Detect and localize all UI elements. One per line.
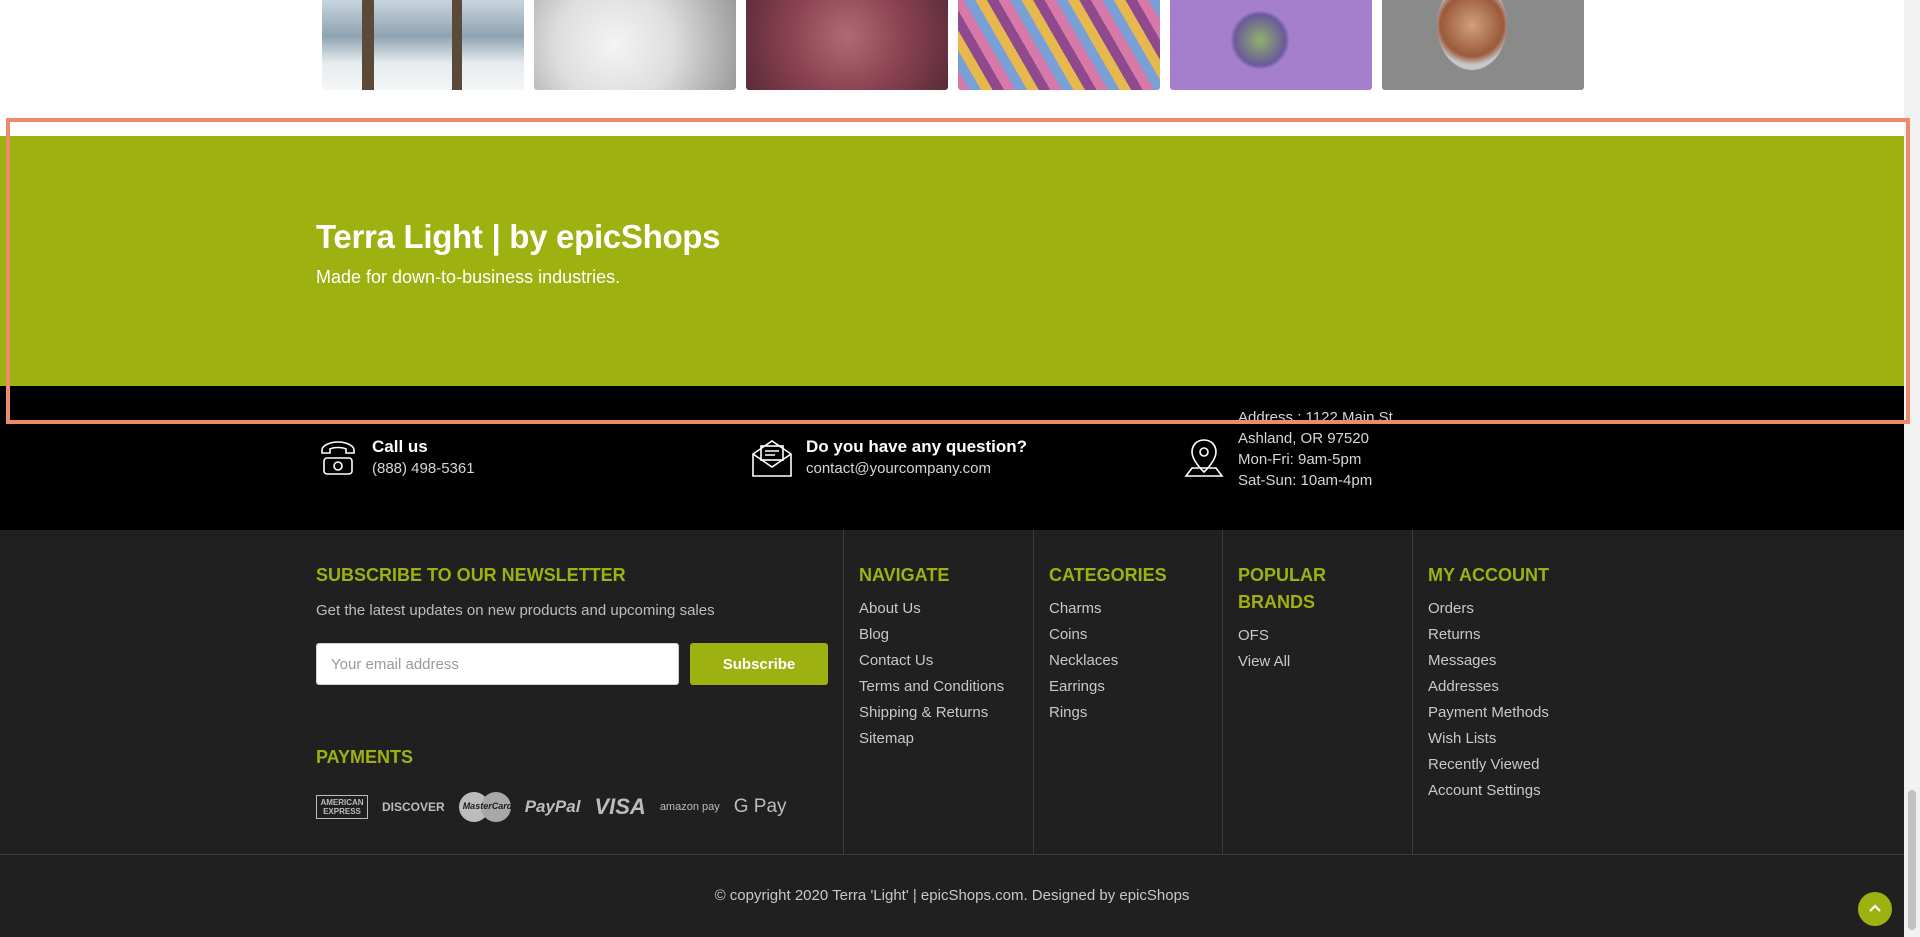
account-link-returns[interactable]: Returns (1428, 622, 1549, 648)
contact-call[interactable]: Call us (888) 498-5361 (316, 436, 475, 480)
call-phone[interactable]: (888) 498-5361 (372, 458, 475, 479)
column-divider (1222, 530, 1223, 854)
chevron-up-icon (1869, 904, 1881, 912)
address-line-1: Address : 1122 Main St (1238, 409, 1393, 426)
brand-title: Terra Light | by epicShops (316, 218, 721, 255)
account-link-orders[interactable]: Orders (1428, 596, 1549, 622)
newsletter-email-input[interactable] (316, 643, 679, 685)
question-title: Do you have any question? (806, 437, 1028, 456)
feed-photo-forest[interactable] (322, 0, 524, 90)
hours-weekday: Mon-Fri: 9am-5pm (1238, 451, 1362, 468)
envelope-icon (752, 440, 792, 477)
column-divider (1412, 530, 1413, 854)
categories-links: Charms Coins Necklaces Earrings Rings (1049, 596, 1118, 726)
nav-link-blog[interactable]: Blog (859, 622, 1004, 648)
account-link-addresses[interactable]: Addresses (1428, 674, 1549, 700)
google-pay-logo: G Pay (733, 796, 787, 817)
account-links: Orders Returns Messages Addresses Paymen… (1428, 596, 1549, 804)
address-line-2: Ashland, OR 97520 (1238, 430, 1369, 447)
contact-question[interactable]: Do you have any question? contact@yourco… (750, 436, 1027, 480)
account-link-wish-lists[interactable]: Wish Lists (1428, 726, 1549, 752)
brand-banner: Terra Light | by epicShops Made for down… (0, 136, 1904, 386)
nav-link-sitemap[interactable]: Sitemap (859, 726, 1004, 752)
paypal-logo: PayPal (524, 797, 581, 816)
instagram-feed (322, 0, 1584, 90)
category-link-charms[interactable]: Charms (1049, 596, 1118, 622)
account-heading: MY ACCOUNT (1428, 565, 1549, 585)
account-link-messages[interactable]: Messages (1428, 648, 1549, 674)
site-footer: SUBSCRIBE TO OUR NEWSLETTER Get the late… (0, 530, 1904, 854)
category-link-coins[interactable]: Coins (1049, 622, 1118, 648)
page-scrollbar[interactable] (1904, 0, 1920, 937)
newsletter-description: Get the latest updates on new products a… (316, 602, 715, 619)
copyright-bar: © copyright 2020 Terra 'Light' | epicSho… (0, 854, 1904, 937)
column-divider (843, 530, 844, 854)
feed-photo-jar[interactable] (1382, 0, 1584, 90)
scrollbar-thumb[interactable] (1908, 790, 1916, 930)
phone-icon (321, 441, 355, 475)
amex-logo: AMERICAN EXPRESS (316, 795, 368, 819)
account-link-payment-methods[interactable]: Payment Methods (1428, 700, 1549, 726)
hours-weekend: Sat-Sun: 10am-4pm (1238, 472, 1373, 489)
column-divider (1033, 530, 1034, 854)
payment-methods: AMERICAN EXPRESS DISCOVER MasterCard Pay… (316, 792, 787, 822)
feed-photo-alpaca[interactable] (746, 0, 948, 90)
brand-tagline: Made for down-to-business industries. (316, 267, 621, 287)
feed-photo-textile[interactable] (958, 0, 1160, 90)
categories-heading: CATEGORIES (1049, 565, 1167, 585)
navigate-links: About Us Blog Contact Us Terms and Condi… (859, 596, 1004, 752)
brand-link-ofs[interactable]: OFS (1238, 623, 1290, 649)
nav-link-contact[interactable]: Contact Us (859, 648, 1004, 674)
account-link-settings[interactable]: Account Settings (1428, 778, 1549, 804)
amazon-pay-logo: amazon pay (659, 801, 720, 813)
category-link-necklaces[interactable]: Necklaces (1049, 648, 1118, 674)
call-title: Call us (372, 437, 428, 456)
account-link-recently-viewed[interactable]: Recently Viewed (1428, 752, 1549, 778)
navigate-heading: NAVIGATE (859, 565, 950, 585)
category-link-earrings[interactable]: Earrings (1049, 674, 1118, 700)
back-to-top-button[interactable] (1858, 892, 1892, 926)
contact-address: Address : 1122 Main St Ashland, OR 97520… (1182, 409, 1393, 491)
brand-link-view-all[interactable]: View All (1238, 649, 1290, 675)
feed-photo-wool[interactable] (534, 0, 736, 90)
subscribe-button[interactable]: Subscribe (690, 643, 828, 685)
copyright-text: © copyright 2020 Terra 'Light' | epicSho… (714, 887, 1190, 904)
map-pin-icon (1184, 439, 1224, 477)
category-link-rings[interactable]: Rings (1049, 700, 1118, 726)
payments-heading: PAYMENTS (316, 747, 414, 767)
feed-photo-yarn[interactable] (1170, 0, 1372, 90)
nav-link-about[interactable]: About Us (859, 596, 1004, 622)
newsletter-heading: SUBSCRIBE TO OUR NEWSLETTER (316, 565, 626, 585)
mastercard-logo: MasterCard (458, 792, 512, 822)
question-email[interactable]: contact@yourcompany.com (806, 458, 1027, 479)
contact-strip: Call us (888) 498-5361 Do you have any q… (0, 386, 1904, 530)
nav-link-shipping[interactable]: Shipping & Returns (859, 700, 1004, 726)
brands-heading: POPULAR BRANDS (1238, 565, 1327, 612)
visa-logo: VISA (594, 794, 646, 819)
brands-links: OFS View All (1238, 623, 1290, 675)
discover-logo: DISCOVER (382, 800, 445, 814)
nav-link-terms[interactable]: Terms and Conditions (859, 674, 1004, 700)
